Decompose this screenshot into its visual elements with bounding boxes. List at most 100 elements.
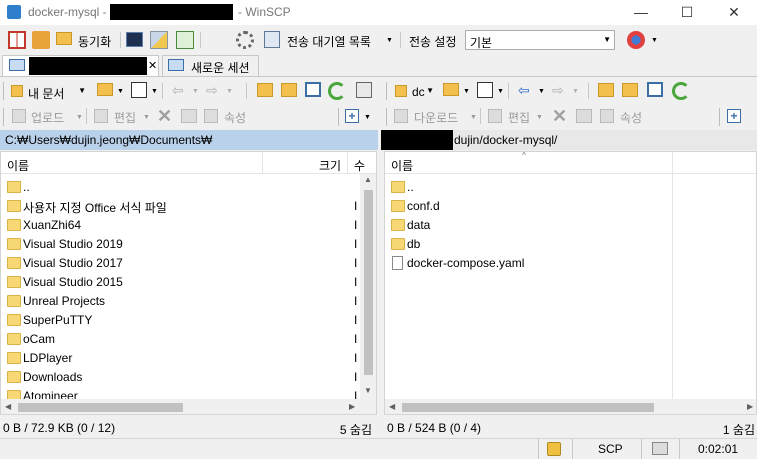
compare-dirs-icon[interactable]: [8, 31, 26, 49]
list-item[interactable]: data: [385, 216, 756, 235]
right-hscrollbar[interactable]: ◀ ▶: [385, 399, 756, 414]
col-name-header[interactable]: 이름: [391, 157, 413, 174]
right-file-list[interactable]: 이름 ^ .. conf.d data db docker-compose.yaml ◀…: [384, 151, 757, 415]
download-icon[interactable]: [394, 109, 408, 123]
tab-new-session[interactable]: 새로운 세션: [162, 55, 259, 76]
open-folder-dropdown-icon[interactable]: ▼: [463, 88, 470, 95]
edit-button[interactable]: 편집: [114, 109, 136, 126]
forward-dropdown-icon[interactable]: ▼: [572, 88, 579, 95]
filter-dropdown-icon[interactable]: ▼: [151, 88, 158, 95]
putty-icon[interactable]: [150, 31, 168, 49]
list-item[interactable]: ..: [1, 178, 360, 197]
edit-icon[interactable]: [94, 109, 108, 123]
maximize-button[interactable]: ☐: [664, 0, 710, 25]
parent-dir-icon[interactable]: [257, 83, 273, 97]
right-path-bar[interactable]: dujin/docker-mysql/: [381, 130, 757, 150]
download-dropdown-icon[interactable]: ▼: [470, 114, 477, 121]
properties-icon[interactable]: [204, 109, 218, 123]
scroll-up-icon[interactable]: ▲: [364, 175, 372, 184]
filter-dropdown-icon[interactable]: ▼: [497, 88, 504, 95]
scroll-left-icon[interactable]: ◀: [389, 402, 395, 411]
list-item[interactable]: 사용자 지정 Office 서식 파일 I: [1, 197, 360, 216]
refresh-session-icon[interactable]: [176, 31, 194, 49]
sync-label[interactable]: 동기화: [78, 33, 111, 50]
properties-button[interactable]: 속성: [224, 109, 246, 126]
new-item-icon[interactable]: +: [727, 109, 741, 123]
left-hscrollbar[interactable]: ◀ ▶: [1, 399, 376, 414]
list-item[interactable]: conf.d: [385, 197, 756, 216]
preferences-gear-icon[interactable]: [236, 31, 254, 49]
new-item-dropdown-icon[interactable]: ▼: [364, 114, 371, 121]
parent-dir-icon[interactable]: [598, 83, 614, 97]
open-folder-dropdown-icon[interactable]: ▼: [117, 88, 124, 95]
delete-icon[interactable]: ✕: [157, 106, 172, 127]
filter-icon[interactable]: [477, 82, 493, 98]
list-item[interactable]: Visual Studio 2019 I: [1, 235, 360, 254]
back-arrow-icon[interactable]: ⇦: [172, 82, 184, 99]
root-dir-icon[interactable]: [281, 83, 297, 97]
properties-button[interactable]: 속성: [620, 109, 642, 126]
left-vscrollbar[interactable]: ▲ ▼: [360, 174, 376, 399]
home-icon[interactable]: [305, 82, 321, 97]
session-colors-dropdown-icon[interactable]: ▼: [651, 37, 658, 44]
properties-icon[interactable]: [600, 109, 614, 123]
scroll-right-icon[interactable]: ▶: [747, 402, 753, 411]
rename-icon[interactable]: [181, 109, 197, 123]
queue-dropdown-icon[interactable]: ▼: [386, 37, 393, 44]
home-icon[interactable]: [647, 82, 663, 97]
edit-dropdown-icon[interactable]: ▼: [536, 114, 543, 121]
list-item[interactable]: db: [385, 235, 756, 254]
console-icon[interactable]: [126, 32, 143, 47]
list-item[interactable]: Visual Studio 2015 I: [1, 273, 360, 292]
right-status-hidden[interactable]: 1 숨김: [723, 421, 755, 438]
upload-button[interactable]: 업로드: [31, 109, 64, 126]
left-vscroll-thumb[interactable]: [364, 190, 373, 375]
upload-icon[interactable]: [12, 109, 26, 123]
tab-current-session[interactable]: ✕: [2, 55, 159, 76]
upload-dropdown-icon[interactable]: ▼: [76, 114, 83, 121]
forward-arrow-icon[interactable]: ⇨: [552, 82, 564, 99]
sync-folder-icon[interactable]: [56, 32, 72, 45]
scroll-left-icon[interactable]: ◀: [5, 402, 11, 411]
minimize-button[interactable]: —: [618, 0, 664, 25]
scroll-right-icon[interactable]: ▶: [349, 402, 355, 411]
queue-icon[interactable]: [264, 31, 280, 48]
edit-dropdown-icon[interactable]: ▼: [143, 114, 150, 121]
close-tab-icon[interactable]: ✕: [148, 59, 157, 72]
list-item[interactable]: ..: [385, 178, 756, 197]
close-button[interactable]: ✕: [711, 0, 757, 25]
col-size-header[interactable]: 크기: [319, 157, 341, 174]
col-name-header[interactable]: 이름: [7, 157, 29, 174]
list-item[interactable]: Downloads I: [1, 368, 360, 387]
scroll-down-icon[interactable]: ▼: [364, 386, 372, 395]
transfer-preset-select[interactable]: 기본 ▼: [465, 30, 615, 50]
list-item[interactable]: oCam I: [1, 330, 360, 349]
sync-browse-icon[interactable]: [32, 31, 50, 49]
list-item[interactable]: docker-compose.yaml: [385, 254, 756, 273]
edit-icon[interactable]: [488, 109, 502, 123]
list-item[interactable]: XuanZhi64 I: [1, 216, 360, 235]
left-hscroll-thumb[interactable]: [18, 403, 183, 412]
session-colors-icon[interactable]: [627, 31, 645, 49]
open-folder-icon[interactable]: [443, 83, 459, 96]
new-item-icon[interactable]: +: [345, 109, 359, 123]
forward-dropdown-icon[interactable]: ▼: [226, 88, 233, 95]
back-arrow-icon[interactable]: ⇦: [518, 82, 530, 99]
back-dropdown-icon[interactable]: ▼: [192, 88, 199, 95]
left-status-hidden[interactable]: 5 숨김: [340, 421, 372, 438]
filter-icon[interactable]: [131, 82, 147, 98]
list-item[interactable]: SuperPuTTY I: [1, 311, 360, 330]
left-location-select[interactable]: 내 문서 ▼: [8, 81, 90, 101]
root-dir-icon[interactable]: [622, 83, 638, 97]
forward-arrow-icon[interactable]: ⇨: [206, 82, 218, 99]
queue-label[interactable]: 전송 대기열 목록: [287, 33, 371, 50]
list-item[interactable]: LDPlayer I: [1, 349, 360, 368]
left-path-bar[interactable]: C:₩Users₩dujin.jeong₩Documents₩: [0, 130, 378, 150]
refresh-icon[interactable]: [328, 82, 346, 100]
list-item[interactable]: Visual Studio 2017 I: [1, 254, 360, 273]
col-extra-header[interactable]: 수: [354, 157, 365, 174]
list-item[interactable]: Unreal Projects I: [1, 292, 360, 311]
find-files-icon[interactable]: [356, 82, 372, 98]
delete-icon[interactable]: ✕: [552, 106, 567, 127]
left-file-list[interactable]: 이름 크기 수 .. 사용자 지정 Office 서식 파일 I XuanZhi64 I…: [0, 151, 377, 415]
